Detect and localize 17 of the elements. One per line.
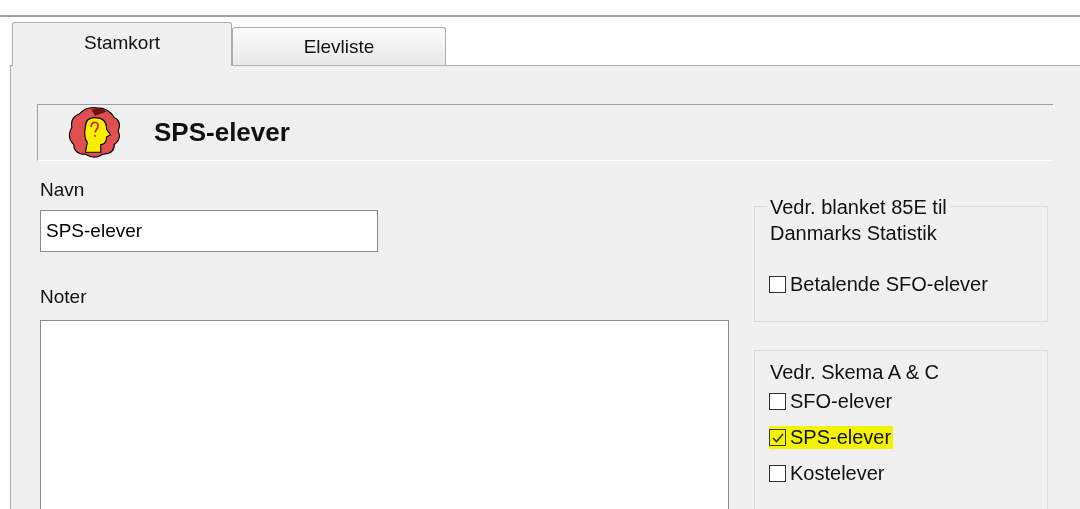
tab[interactable]: Stamkort: [12, 22, 232, 66]
tab[interactable]: Elevliste: [232, 27, 446, 65]
checkbox[interactable]: [769, 429, 786, 446]
checkbox-row[interactable]: Kostelever: [769, 462, 887, 485]
notes-field[interactable]: [40, 320, 729, 509]
highlighted-checkbox-row[interactable]: SPS-elever: [769, 426, 894, 449]
name-field[interactable]: SPS-elever: [40, 210, 378, 252]
checkbox-label: SFO-elever: [790, 390, 893, 413]
checkbox-label: SPS-elever: [790, 426, 892, 449]
field-label: Navn: [40, 179, 85, 201]
field-label: Noter: [40, 286, 87, 308]
checkbox[interactable]: [769, 276, 786, 293]
checkbox-label: Kostelever: [790, 462, 885, 485]
checkbox[interactable]: [769, 393, 786, 410]
checkbox-row[interactable]: SFO-elever: [769, 390, 895, 413]
section-title: SPS-elever: [154, 117, 290, 148]
checkbox[interactable]: [769, 465, 786, 482]
